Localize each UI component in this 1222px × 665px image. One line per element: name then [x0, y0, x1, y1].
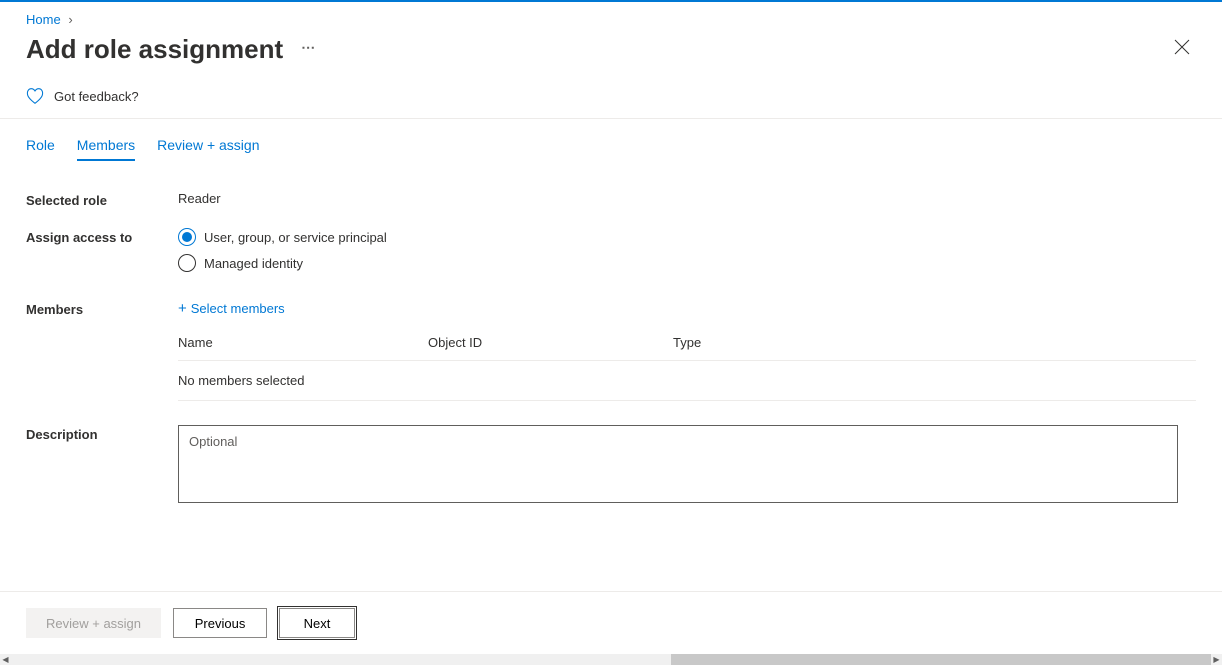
assign-access-label: Assign access to	[26, 228, 178, 245]
scrollbar-track[interactable]	[11, 654, 1211, 665]
page-title: Add role assignment ⋯	[26, 34, 317, 65]
breadcrumb: Home ›	[0, 2, 1222, 31]
members-form: Selected role Reader Assign access to Us…	[0, 161, 1222, 536]
table-header: Name Object ID Type	[178, 335, 1196, 361]
members-row: Members + Select members Name Object ID …	[26, 300, 1196, 401]
assign-access-row: Assign access to User, group, or service…	[26, 228, 1196, 280]
horizontal-scrollbar[interactable]: ◀ ▶	[0, 654, 1222, 665]
scrollbar-thumb[interactable]	[671, 654, 1211, 665]
close-icon[interactable]	[1168, 33, 1196, 66]
radio-checked-icon	[178, 228, 196, 246]
radio-user-group-principal[interactable]: User, group, or service principal	[178, 228, 1196, 246]
breadcrumb-home-link[interactable]: Home	[26, 12, 61, 27]
description-input[interactable]	[178, 425, 1178, 503]
chevron-right-icon: ›	[68, 12, 72, 27]
page-header: Add role assignment ⋯	[0, 31, 1222, 80]
previous-button[interactable]: Previous	[173, 608, 267, 638]
radio-label: User, group, or service principal	[204, 230, 387, 245]
tabs: Role Members Review + assign	[0, 119, 1222, 161]
more-actions-icon[interactable]: ⋯	[301, 39, 317, 56]
tab-role[interactable]: Role	[26, 137, 55, 161]
selected-role-label: Selected role	[26, 191, 178, 208]
select-members-link[interactable]: + Select members	[178, 300, 1196, 317]
table-empty-row: No members selected	[178, 361, 1196, 401]
radio-label: Managed identity	[204, 256, 303, 271]
plus-icon: +	[178, 300, 187, 317]
col-header-type[interactable]: Type	[673, 335, 1196, 350]
description-row: Description	[26, 425, 1196, 506]
col-header-object-id[interactable]: Object ID	[428, 335, 673, 350]
footer-actions: Review + assign Previous Next	[0, 591, 1222, 654]
radio-managed-identity[interactable]: Managed identity	[178, 254, 1196, 272]
feedback-link[interactable]: Got feedback?	[0, 80, 1222, 119]
scroll-left-arrow-icon[interactable]: ◀	[0, 654, 11, 665]
feedback-text: Got feedback?	[54, 89, 139, 104]
scroll-right-arrow-icon[interactable]: ▶	[1211, 654, 1222, 665]
selected-role-row: Selected role Reader	[26, 191, 1196, 208]
members-table: Name Object ID Type No members selected	[178, 335, 1196, 401]
col-header-name[interactable]: Name	[178, 335, 428, 350]
tab-review-assign[interactable]: Review + assign	[157, 137, 259, 161]
description-label: Description	[26, 425, 178, 442]
select-members-text: Select members	[191, 301, 285, 316]
next-button[interactable]: Next	[279, 608, 355, 638]
heart-icon	[26, 88, 44, 104]
tab-members[interactable]: Members	[77, 137, 135, 161]
page-title-text: Add role assignment	[26, 34, 283, 65]
review-assign-button: Review + assign	[26, 608, 161, 638]
radio-unchecked-icon	[178, 254, 196, 272]
content-scroll-area: Role Members Review + assign Selected ro…	[0, 119, 1222, 564]
members-label: Members	[26, 300, 178, 317]
selected-role-value: Reader	[178, 191, 1196, 206]
